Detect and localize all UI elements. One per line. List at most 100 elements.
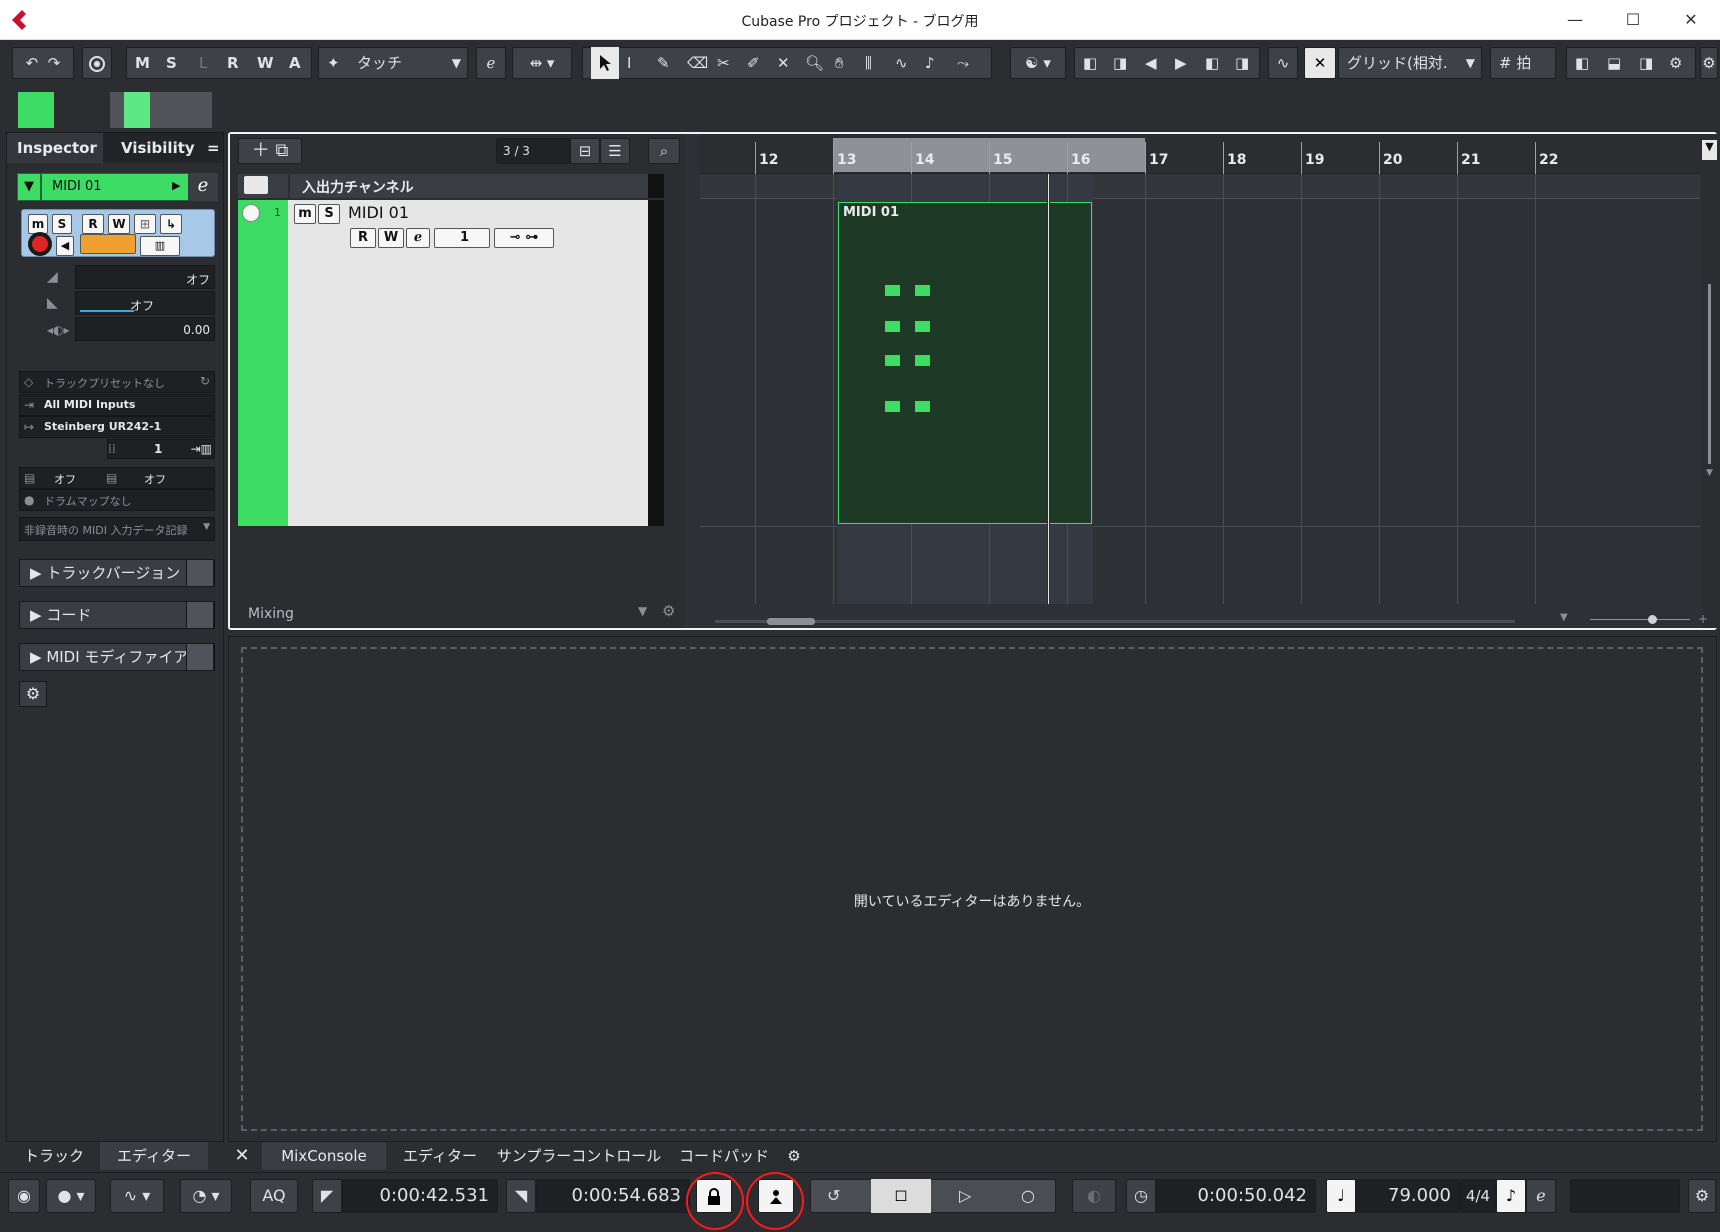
trim-start-left-icon[interactable]: ◧ [1083, 48, 1097, 78]
track-name[interactable]: MIDI 01 [348, 203, 409, 222]
event-display[interactable]: MIDI 01 [700, 174, 1700, 628]
snap-crossing-button[interactable]: ∿ [1268, 47, 1298, 79]
trim-start-right-icon[interactable]: ◨ [1113, 48, 1127, 78]
move-right-icon[interactable]: ▶ [1175, 48, 1187, 78]
record-mode-dropdown[interactable]: ● ▾ [46, 1179, 96, 1213]
drum-map-field[interactable]: ● ドラムマップなし [19, 489, 215, 511]
midi-output-field[interactable]: ↦ Steinberg UR242-1 [19, 416, 215, 438]
listen-all-button[interactable]: L [199, 48, 207, 78]
edit-instrument-icon[interactable]: ⇥▥ [191, 442, 212, 456]
track-solo-button[interactable]: S [318, 204, 340, 224]
track-read-button[interactable]: R [350, 228, 376, 248]
horizontal-zoom-control[interactable]: ▼ + [1560, 612, 1710, 628]
audio-record-mode-dropdown[interactable]: ∿ ▾ [110, 1179, 164, 1213]
project-overview[interactable] [0, 90, 1720, 134]
track-io-button[interactable]: ⊸ ⊶ [494, 228, 554, 248]
automation-mode-dropdown[interactable]: ✦ タッチ ▼ [318, 47, 468, 79]
range-tool-icon[interactable]: I [627, 48, 631, 78]
midi-note[interactable] [885, 285, 900, 296]
midi-part[interactable]: MIDI 01 [838, 202, 1092, 524]
reload-icon[interactable]: ↻ [200, 374, 210, 388]
midi-channel-field[interactable]: ⁞⁞ 1 ⇥▥ [107, 439, 215, 459]
track-edit-button[interactable]: ℯ [406, 228, 430, 248]
horizontal-scrollbar[interactable] [767, 618, 815, 625]
mute-tool-icon[interactable]: ✕ [777, 48, 790, 78]
hand-tool-icon[interactable]: ✋︎ [835, 48, 844, 78]
inspector-lane-button[interactable]: ⊞ [134, 214, 156, 234]
position-time[interactable]: 0:00:50.042 [1156, 1179, 1316, 1213]
auto-quantize-button[interactable]: AQ [250, 1179, 298, 1213]
keyboard-button[interactable]: ▥ [140, 236, 180, 256]
inspector-settings-button[interactable]: ⚙ [19, 681, 47, 707]
split-tool-icon[interactable]: ✂ [717, 48, 730, 78]
midi-note[interactable] [915, 355, 930, 366]
chevron-down-icon[interactable]: ▼ [1706, 468, 1713, 478]
trim-end-left-icon[interactable]: ◧ [1205, 48, 1219, 78]
tempo-value[interactable]: 79.000 [1356, 1179, 1460, 1213]
ruler-menu-icon[interactable]: ▼ [1702, 140, 1717, 160]
section-midi-modifiers[interactable]: ▶ MIDI モディファイアー [19, 643, 215, 671]
glue-tool-icon[interactable]: ✐ [747, 48, 760, 78]
vertical-scrollbar[interactable] [1708, 284, 1711, 464]
tab-editor-left[interactable]: エディター [100, 1142, 208, 1170]
midi-note[interactable] [885, 401, 900, 412]
edit-instrument-button[interactable]: ℯ [476, 47, 506, 79]
marker-field[interactable] [1570, 1179, 1680, 1213]
draw-tool-icon[interactable]: ✎ [657, 48, 670, 78]
horizontal-scroll-track[interactable] [715, 618, 1515, 625]
minimize-button[interactable]: — [1560, 8, 1590, 32]
left-zone-icon[interactable]: ◧ [1575, 48, 1589, 78]
grid-type-dropdown[interactable]: グリッド(相対. ▼ [1338, 47, 1482, 79]
musical-mode-button[interactable] [80, 234, 136, 254]
trim-end-right-icon[interactable]: ◨ [1235, 48, 1249, 78]
zoom-slider-handle[interactable] [1648, 615, 1657, 624]
chord-settings-icon[interactable] [186, 601, 214, 629]
midi-note[interactable] [915, 285, 930, 296]
tab-inspector[interactable]: Inspector [7, 133, 103, 163]
tab-sampler-control[interactable]: サンプラーコントロール [494, 1142, 664, 1170]
inspector-read-button[interactable]: R [82, 214, 104, 234]
constrain-delay-button[interactable] [82, 47, 112, 79]
redo-icon[interactable]: ↷ [48, 54, 61, 72]
color-tool-icon[interactable]: ⤳ [957, 48, 969, 78]
add-track-icon[interactable]: ＋ [252, 140, 270, 161]
tab-visibility[interactable]: Visibility [111, 133, 201, 163]
erase-tool-icon[interactable]: ⌫ [687, 48, 708, 78]
inspector-solo-button[interactable]: S [52, 214, 72, 234]
snap-on-off-button[interactable]: ✕ [1304, 47, 1336, 79]
tab-mixconsole[interactable]: MixConsole [262, 1142, 386, 1170]
snap-point-dropdown[interactable]: ☯ ▾ [1010, 47, 1066, 79]
midi-note[interactable] [915, 401, 930, 412]
tab-track[interactable]: トラック [12, 1142, 96, 1170]
record-icon[interactable]: ○ [1021, 1180, 1035, 1212]
tempo-track-button[interactable]: ♩ [1326, 1179, 1356, 1213]
gear-icon[interactable]: ⚙ [780, 1142, 808, 1170]
right-locator-button[interactable]: ◥ [506, 1179, 536, 1213]
tab-editor[interactable]: エディター [390, 1142, 490, 1170]
track-name-header[interactable]: ▼ MIDI 01 ▶ ℯ [17, 173, 218, 201]
right-zone-icon[interactable]: ◨ [1639, 48, 1653, 78]
inspector-monitor-button[interactable]: ↳ [160, 214, 182, 234]
track-preset-field[interactable]: ◇ トラックプリセットなし ↻ [19, 371, 215, 393]
inspector-mute-button[interactable]: m [28, 214, 48, 234]
close-button[interactable]: ✕ [1676, 8, 1706, 32]
section-track-versions[interactable]: ▶ トラックバージョン [19, 559, 215, 587]
lower-zone-icon[interactable]: ⬓ [1607, 48, 1621, 78]
object-selection-tool[interactable] [591, 47, 619, 79]
transport-settings-button[interactable]: ⚙ [1688, 1179, 1716, 1213]
gear-icon[interactable]: ⚙ [662, 602, 675, 620]
inspector-menu-icon[interactable]: = [197, 133, 223, 163]
right-locator-time[interactable]: 0:00:54.683 [536, 1179, 690, 1213]
visibility-agent-button[interactable]: ⊟ [570, 138, 600, 164]
mute-all-button[interactable]: M [135, 48, 150, 78]
track-versions-icon[interactable] [186, 559, 214, 587]
play-tool-icon[interactable]: ♪ [925, 48, 935, 78]
close-lower-zone-icon[interactable]: ✕ [228, 1142, 256, 1170]
add-folder-icon[interactable]: ⧉ [275, 140, 288, 161]
comp-tool-icon[interactable]: ⫼ [865, 48, 872, 78]
chevron-down-icon[interactable]: ▼ [638, 604, 647, 618]
solo-all-button[interactable]: S [166, 48, 177, 78]
zoom-tool-icon[interactable]: 🔍︎ [805, 48, 824, 78]
stop-button[interactable]: ◻ [871, 1179, 931, 1213]
left-locator-button[interactable]: ◤ [312, 1179, 342, 1213]
